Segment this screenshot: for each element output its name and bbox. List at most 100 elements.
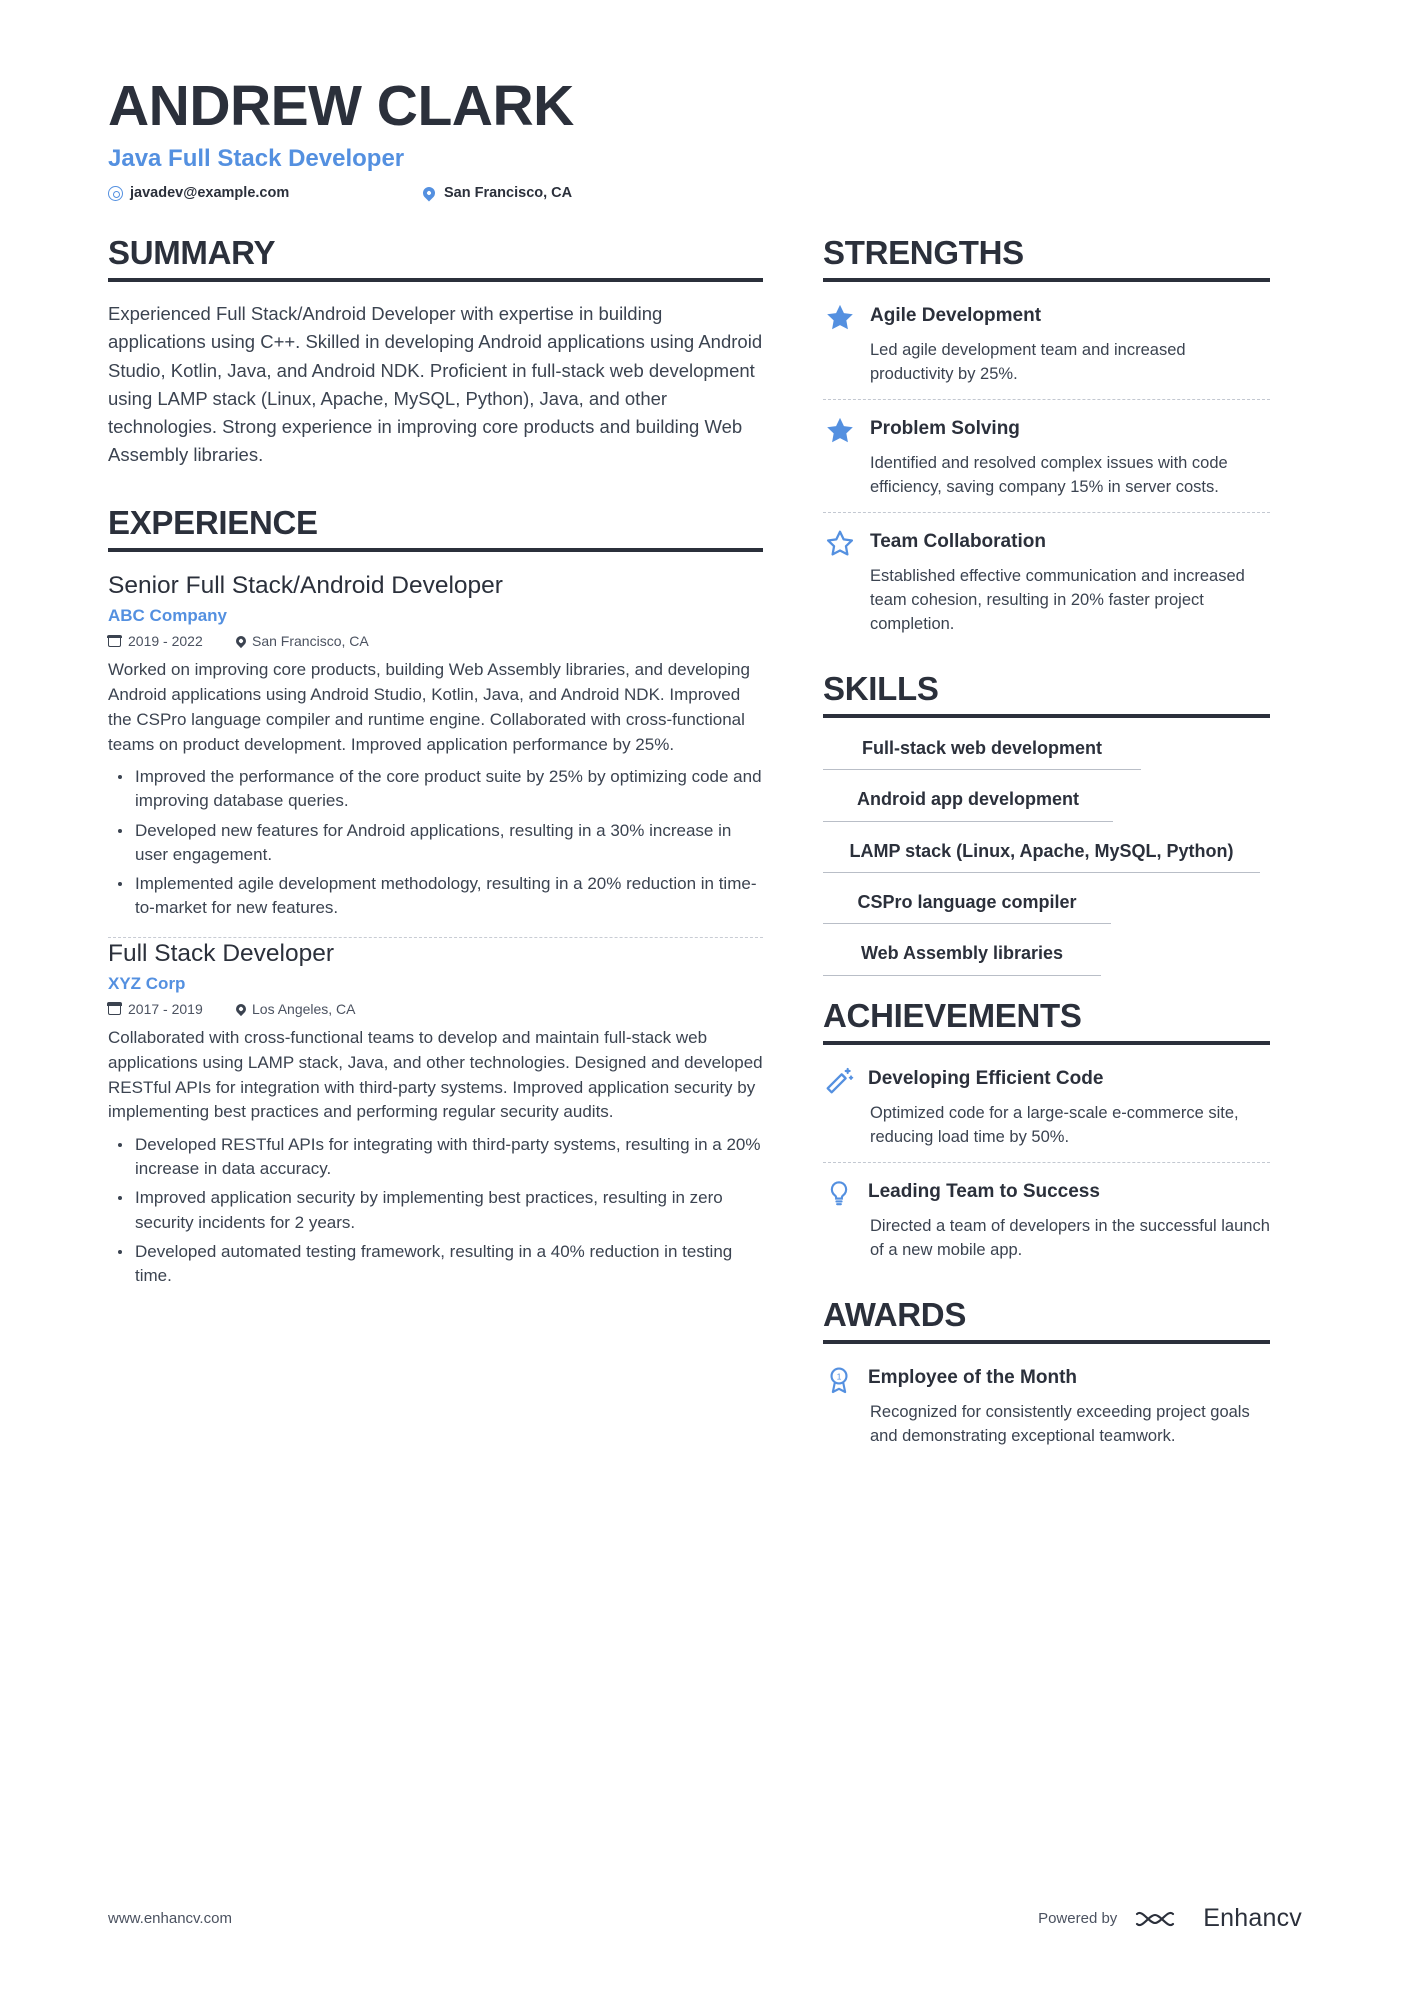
achievement-title: Leading Team to Success xyxy=(868,1180,1100,1202)
location-pin-icon xyxy=(233,634,249,649)
job-role: Full Stack Developer xyxy=(108,940,335,968)
svg-text:1: 1 xyxy=(837,1371,842,1381)
job-description: Collaborated with cross-functional teams… xyxy=(108,1027,763,1122)
contact-location: San Francisco, CA xyxy=(420,184,573,202)
email-at-icon xyxy=(108,185,123,201)
strength-head: Agile Development xyxy=(823,302,1270,334)
left-column: SUMMARY Experienced Full Stack/Android D… xyxy=(107,234,763,1467)
strength-title: Agile Development xyxy=(870,305,1042,327)
strength-divider xyxy=(823,511,1270,513)
summary-text: Experienced Full Stack/Android Developer… xyxy=(108,303,763,465)
job-location-text: San Francisco, CA xyxy=(252,633,369,650)
job-dates: 2019 - 2022 xyxy=(107,633,236,650)
star-outline-icon xyxy=(826,530,854,556)
strength-text: Established effective communication and … xyxy=(870,566,1245,633)
strength-item: Agile Development Led agile development … xyxy=(823,300,1270,399)
skill-item: Full-stack web development xyxy=(823,736,1141,771)
calendar-icon xyxy=(107,1002,122,1015)
award-medal-icon: 1 xyxy=(830,1367,848,1393)
job-bullets: Improved the performance of the core pro… xyxy=(108,765,763,920)
magic-wand-icon xyxy=(826,1067,854,1094)
section-awards: AWARDS 1 Employee of the Month Recognize… xyxy=(823,1295,1270,1461)
star-filled-icon xyxy=(827,305,853,330)
achievement-text: Optimized code for a large-scale e-comme… xyxy=(870,1103,1239,1146)
strengths-heading: STRENGTHS xyxy=(823,234,1024,271)
experience-item: Senior Full Stack/Android Developer ABC … xyxy=(107,570,763,933)
achievements-heading: ACHIEVEMENTS xyxy=(823,996,1082,1034)
job-dates-text: 2019 - 2022 xyxy=(128,633,203,650)
job-bullet: Improved application security by impleme… xyxy=(108,1186,763,1234)
location-pin-icon xyxy=(420,184,438,202)
achievement-item: Developing Efficient Code Optimized code… xyxy=(823,1063,1270,1162)
experience-heading: EXPERIENCE xyxy=(108,503,318,541)
candidate-job-title: Java Full Stack Developer xyxy=(108,145,405,172)
skill-item: Web Assembly libraries xyxy=(823,941,1101,976)
powered-by-label: Powered by xyxy=(1038,1910,1118,1927)
achievement-title: Developing Efficient Code xyxy=(868,1067,1104,1089)
experience-item: Full Stack Developer XYZ Corp 2017 - 201… xyxy=(107,938,763,1301)
skill-item: Android app development xyxy=(823,787,1113,822)
right-column: STRENGTHS Agile Development Led agile de… xyxy=(823,234,1270,1467)
skills-heading: SKILLS xyxy=(823,669,939,707)
award-head: 1 Employee of the Month xyxy=(823,1364,1270,1396)
strength-head: Team Collaboration xyxy=(823,528,1270,560)
job-bullet: Improved the performance of the core pro… xyxy=(108,765,763,813)
section-skills: SKILLS Full-stack web development Androi… xyxy=(823,669,1270,976)
strength-head: Problem Solving xyxy=(823,415,1270,447)
job-role: Senior Full Stack/Android Developer xyxy=(108,572,503,600)
body-columns: SUMMARY Experienced Full Stack/Android D… xyxy=(107,234,1302,1467)
calendar-icon xyxy=(107,634,122,648)
section-achievements: ACHIEVEMENTS Developing Efficient Code O… xyxy=(823,996,1270,1275)
job-location: Los Angeles, CA xyxy=(233,1000,356,1017)
strength-text: Identified and resolved complex issues w… xyxy=(870,454,1228,497)
footer: www.enhancv.com Powered by Enhancv xyxy=(108,1904,1302,1933)
experience-rule xyxy=(108,548,763,553)
job-bullet: Developed RESTful APIs for integrating w… xyxy=(108,1133,763,1181)
skill-item: LAMP stack (Linux, Apache, MySQL, Python… xyxy=(823,839,1260,873)
resume-page: ANDREW CLARK Java Full Stack Developer j… xyxy=(0,0,1410,1995)
strengths-rule xyxy=(823,278,1270,283)
award-title: Employee of the Month xyxy=(868,1366,1077,1388)
footer-website[interactable]: www.enhancv.com xyxy=(108,1910,232,1927)
job-company[interactable]: XYZ Corp xyxy=(108,974,763,994)
skill-item: CSPro language compiler xyxy=(823,890,1111,925)
enhancv-logo-icon xyxy=(1136,1911,1175,1926)
achievement-head: Developing Efficient Code xyxy=(823,1065,1270,1097)
job-bullet: Developed new features for Android appli… xyxy=(108,819,763,867)
awards-rule xyxy=(823,1339,1270,1344)
summary-rule xyxy=(108,278,763,283)
strength-title: Team Collaboration xyxy=(870,530,1046,552)
section-strengths: STRENGTHS Agile Development Led agile de… xyxy=(823,234,1270,649)
achievement-divider xyxy=(823,1161,1270,1163)
achievements-rule xyxy=(823,1040,1270,1045)
contact-row: javadev@example.com San Francisco, CA xyxy=(108,184,1302,202)
job-meta: 2019 - 2022 San Francisco, CA xyxy=(107,633,763,650)
brand-name: Enhancv xyxy=(1203,1904,1302,1932)
job-company[interactable]: ABC Company xyxy=(108,606,763,626)
footer-branding: Powered by Enhancv xyxy=(1038,1904,1302,1933)
job-bullet: Developed automated testing framework, r… xyxy=(108,1240,763,1288)
strength-item: Problem Solving Identified and resolved … xyxy=(823,413,1270,512)
section-summary: SUMMARY Experienced Full Stack/Android D… xyxy=(108,234,763,469)
star-filled-icon xyxy=(827,418,853,443)
location-pin-icon xyxy=(233,1001,249,1017)
award-item: 1 Employee of the Month Recognized for c… xyxy=(823,1362,1270,1461)
awards-heading: AWARDS xyxy=(823,1295,967,1333)
strength-title: Problem Solving xyxy=(870,418,1020,440)
job-dates: 2017 - 2019 xyxy=(107,1001,236,1017)
contact-email-text: javadev@example.com xyxy=(130,185,290,201)
lightbulb-icon xyxy=(830,1180,848,1205)
strength-item: Team Collaboration Established effective… xyxy=(823,526,1270,649)
job-location-text: Los Angeles, CA xyxy=(252,1000,356,1017)
job-meta: 2017 - 2019 Los Angeles, CA xyxy=(107,1000,763,1017)
achievement-text: Directed a team of developers in the suc… xyxy=(870,1216,1270,1259)
skills-rule xyxy=(823,714,1270,719)
contact-location-text: San Francisco, CA xyxy=(444,185,573,201)
job-description: Worked on improving core products, build… xyxy=(108,660,750,754)
contact-email[interactable]: javadev@example.com xyxy=(108,185,423,201)
strength-text: Led agile development team and increased… xyxy=(870,341,1186,384)
achievement-item: Leading Team to Success Directed a team … xyxy=(823,1176,1270,1275)
award-text: Recognized for consistently exceeding pr… xyxy=(870,1402,1250,1445)
job-location: San Francisco, CA xyxy=(233,633,369,650)
achievement-head: Leading Team to Success xyxy=(823,1178,1270,1210)
